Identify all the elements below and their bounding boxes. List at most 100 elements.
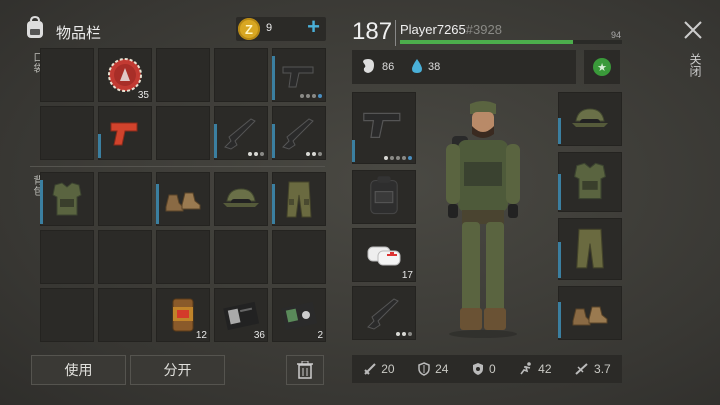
rifle-icon — [367, 298, 399, 330]
inventory-slot[interactable] — [214, 48, 268, 102]
split-button[interactable]: 分开 — [130, 355, 225, 385]
item-count: 35 — [137, 90, 149, 101]
rifle-icon — [224, 118, 256, 150]
equip-slot-feet[interactable] — [558, 286, 622, 340]
upgrade-dots — [306, 152, 322, 156]
inventory-slot-id-card[interactable]: 2 — [272, 288, 326, 342]
inventory-slot[interactable] — [214, 230, 268, 284]
xp-bar — [400, 40, 622, 44]
durability-bar — [558, 242, 561, 278]
inventory-slot-rifle[interactable] — [272, 106, 326, 160]
pistol-icon — [363, 112, 401, 138]
hunger-icon — [360, 58, 376, 79]
cap-icon — [572, 108, 608, 127]
boots-icon — [572, 306, 608, 326]
inventory-slot-boots[interactable] — [156, 172, 210, 226]
equip-slot-legs[interactable] — [558, 218, 622, 280]
inventory-slot[interactable] — [40, 230, 94, 284]
item-count: 36 — [253, 330, 265, 341]
thirst-icon — [410, 58, 424, 79]
trash-button[interactable] — [286, 355, 324, 385]
inventory-slot[interactable] — [272, 230, 326, 284]
coin-count: 9 — [266, 22, 273, 34]
character-model — [428, 100, 538, 340]
equip-slot-medkit[interactable]: 17 — [352, 228, 416, 282]
sword-icon — [364, 363, 376, 375]
level-divider — [395, 20, 396, 46]
inventory-slot[interactable] — [156, 48, 210, 102]
equip-slot-rifle[interactable] — [352, 286, 416, 340]
equip-slot-backpack[interactable] — [352, 170, 416, 224]
durability-bar — [558, 118, 561, 144]
upgrade-dots — [396, 332, 412, 336]
tactical-backpack-icon — [370, 176, 398, 215]
inventory-slot-cap[interactable] — [214, 172, 268, 226]
stat-radiation: 0 — [471, 362, 496, 376]
inventory-slot[interactable] — [40, 288, 94, 342]
thirst-value: 38 — [428, 61, 441, 73]
inventory-slot[interactable] — [98, 172, 152, 226]
shield-icon — [418, 362, 430, 376]
inventory-slot-pants[interactable] — [272, 172, 326, 226]
star-icon: ★ — [593, 58, 611, 76]
player-tag: #3928 — [465, 22, 502, 37]
cap-icon — [223, 188, 259, 207]
weight-icon — [575, 363, 588, 375]
close-label: 关闭 — [688, 53, 702, 77]
equip-slot-head[interactable] — [558, 92, 622, 146]
inventory-slot-canned-food[interactable]: 12 — [156, 288, 210, 342]
inventory-slot[interactable] — [40, 48, 94, 102]
star-button[interactable]: ★ — [584, 50, 620, 84]
coin-counter: Z 9 + — [236, 14, 326, 41]
item-count: 2 — [317, 330, 323, 341]
close-button[interactable]: 关闭 — [681, 18, 707, 86]
upgrade-dots — [384, 156, 412, 160]
item-count: 17 — [401, 270, 413, 281]
durability-bar — [558, 302, 561, 338]
add-coins-button[interactable]: + — [307, 14, 320, 40]
bandage-icon — [367, 246, 401, 266]
durability-bar — [272, 124, 275, 158]
durability-bar — [214, 124, 217, 158]
stat-defense: 24 — [417, 362, 448, 376]
trash-icon — [297, 361, 313, 379]
equip-slot-weapon[interactable] — [352, 92, 416, 164]
inventory-slot[interactable] — [156, 106, 210, 160]
coin-icon: Z — [238, 18, 260, 40]
stat-weight: 3.7 — [574, 362, 611, 376]
stat-speed: 42 — [518, 362, 552, 376]
inventory-slot-pistol[interactable] — [272, 48, 326, 102]
boots-icon — [165, 192, 201, 212]
durability-bar — [272, 56, 275, 100]
flare-gun-icon — [110, 122, 138, 146]
inventory-slot-bottlecaps[interactable]: 35 — [98, 48, 152, 102]
inventory-slot-rifle[interactable] — [214, 106, 268, 160]
rifle-icon — [282, 118, 314, 150]
canned-food-icon — [172, 298, 194, 332]
player-name-line: Player7265#3928 — [400, 22, 502, 37]
equip-slot-body[interactable] — [558, 152, 622, 212]
inventory-slot[interactable] — [98, 230, 152, 284]
backpack-icon — [24, 15, 46, 40]
hunger-value: 86 — [382, 61, 395, 73]
durability-bar — [156, 184, 159, 224]
page-title: 物品栏 — [56, 25, 102, 42]
stat-weight-value: 3.7 — [594, 362, 611, 376]
section-divider — [30, 166, 325, 167]
inventory-slot-armor-vest[interactable] — [40, 172, 94, 226]
player-level: 187 — [352, 18, 393, 45]
stat-speed-value: 42 — [538, 362, 552, 376]
inventory-slot-flare-gun[interactable] — [98, 106, 152, 160]
radiation-icon — [472, 363, 483, 375]
inventory-slot[interactable] — [98, 288, 152, 342]
bottlecap-icon — [108, 58, 142, 92]
upgrade-dots — [300, 94, 322, 98]
use-button[interactable]: 使用 — [31, 355, 126, 385]
inventory-slot[interactable] — [156, 230, 210, 284]
inventory-slot[interactable] — [40, 106, 94, 160]
inventory-slot-documents[interactable]: 36 — [214, 288, 268, 342]
upgrade-dots — [248, 152, 264, 156]
armor-vest-icon — [52, 182, 82, 216]
player-name: Player7265 — [400, 22, 466, 37]
documents-icon — [223, 301, 260, 331]
